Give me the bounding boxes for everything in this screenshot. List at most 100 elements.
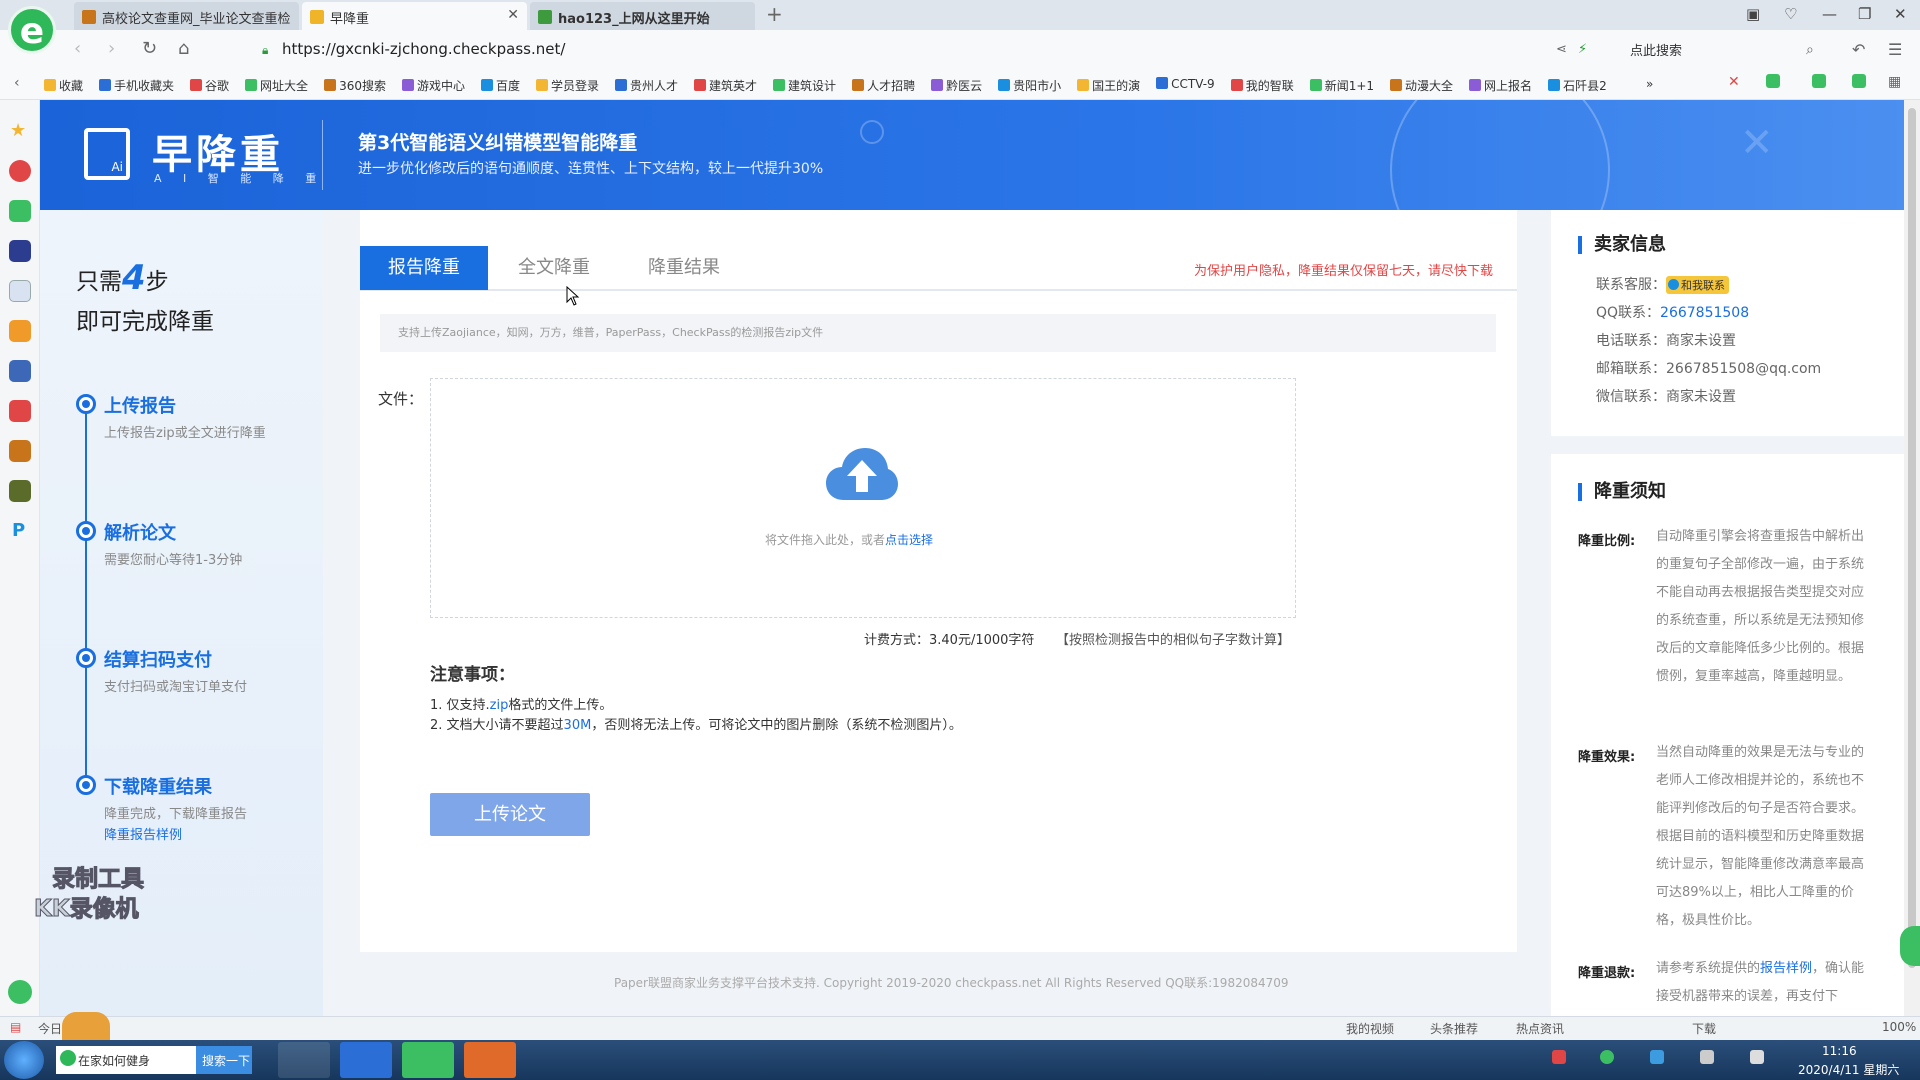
tab-zaojiangzhong[interactable]: 早降重 ✕	[302, 2, 527, 30]
step-desc: 需要您耐心等待1-3分钟	[104, 553, 243, 568]
clock-time[interactable]: 11:16	[1822, 1044, 1857, 1058]
app-icon[interactable]	[9, 320, 31, 342]
drop-hint-text: 将文件拖入此处，或者	[765, 533, 886, 547]
doc-icon[interactable]	[9, 280, 31, 302]
collapse-icon[interactable]: ‹	[14, 75, 20, 91]
extension-icon[interactable]	[1766, 74, 1780, 88]
game-icon[interactable]	[9, 480, 31, 502]
bookmark-item[interactable]: 百度	[480, 77, 520, 94]
sample-report-link[interactable]: 降重报告样例	[104, 824, 182, 843]
bookmark-item[interactable]: 国王的演	[1077, 77, 1140, 94]
downloads-link[interactable]: 下载	[1692, 1020, 1716, 1037]
tool-icon[interactable]: ✕	[1728, 74, 1740, 90]
bookmark-item[interactable]: 贵阳市小	[998, 77, 1061, 94]
undo-icon[interactable]: ↶	[1852, 40, 1865, 59]
floating-speed-icon[interactable]	[1900, 926, 1920, 966]
tray-icon[interactable]	[1600, 1050, 1614, 1064]
weibo-icon[interactable]	[9, 160, 31, 182]
tray-icon[interactable]	[1650, 1050, 1664, 1064]
taskbar-app-recorder[interactable]	[464, 1042, 516, 1078]
mail-icon[interactable]	[9, 200, 31, 222]
notes-title: 注意事项：	[430, 665, 515, 685]
bookmark-item[interactable]: 建筑设计	[773, 77, 836, 94]
bookmark-item[interactable]: 黔医云	[931, 77, 982, 94]
news-icon[interactable]: ▤	[10, 1020, 21, 1034]
video-icon[interactable]	[9, 400, 31, 422]
game-icon[interactable]	[9, 360, 31, 382]
zoom-level[interactable]: 100%	[1882, 1020, 1916, 1034]
bookmark-item[interactable]: 建筑英才	[694, 77, 757, 94]
search-input[interactable]: 点此搜索	[1630, 40, 1682, 59]
bookmark-item[interactable]: 动漫大全	[1390, 77, 1453, 94]
new-tab-button[interactable]: +	[766, 2, 783, 26]
pay-icon[interactable]: P	[12, 520, 25, 541]
bookmark-item[interactable]: 游戏中心	[401, 77, 465, 94]
bookmark-more[interactable]: »	[1646, 77, 1653, 91]
bookmark-item[interactable]: 网上报名	[1469, 77, 1532, 94]
bookmark-item[interactable]: 贵州人才	[615, 77, 678, 94]
favorites-icon[interactable]: ★	[10, 120, 26, 141]
taskbar-app-browser[interactable]	[402, 1042, 454, 1078]
tab-hao123[interactable]: hao123_上网从这里开始	[530, 2, 755, 30]
choose-file-link[interactable]: 点击选择	[885, 533, 933, 547]
back-icon[interactable]: ‹	[74, 38, 81, 59]
report-sample-link[interactable]: 报告样例	[1760, 961, 1812, 976]
seller-qq-value[interactable]: 2667851508	[1660, 305, 1749, 321]
start-button-icon[interactable]	[4, 1041, 44, 1079]
contact-badge[interactable]: 和我联系	[1666, 276, 1729, 294]
sidebar-toggle-icon[interactable]: ▣	[1746, 5, 1760, 23]
bookmark-item[interactable]: 谷歌	[190, 77, 229, 94]
search-icon[interactable]: ⌕	[1806, 42, 1814, 58]
bookmark-item[interactable]: 收藏	[44, 77, 83, 94]
shield-icon[interactable]	[1812, 74, 1826, 88]
scrollbar-thumb[interactable]	[1908, 108, 1916, 968]
share-icon[interactable]: ⋖	[1556, 42, 1567, 57]
taskbar-search-input[interactable]: 在家如何健身	[56, 1046, 196, 1074]
tab-report-reduce[interactable]: 报告降重	[360, 246, 488, 290]
file-label: 文件：	[378, 390, 424, 408]
tab-full-text-reduce[interactable]: 全文降重	[490, 246, 618, 290]
close-window-icon[interactable]: ✕	[1894, 5, 1907, 23]
bookmark-item[interactable]: 360搜索	[324, 77, 386, 94]
taskbar-search-button[interactable]: 搜索一下	[196, 1046, 252, 1074]
reload-icon[interactable]: ↻	[142, 38, 157, 59]
top-news-link[interactable]: 头条推荐	[1430, 1020, 1478, 1037]
bookmark-item[interactable]: 学员登录	[536, 77, 599, 94]
clock-date[interactable]: 2020/4/11 星期六	[1798, 1061, 1899, 1078]
bookmark-icon	[1390, 79, 1403, 91]
home-icon[interactable]: ⌂	[178, 38, 189, 59]
volume-icon[interactable]	[1750, 1050, 1764, 1064]
my-videos-link[interactable]: 我的视频	[1346, 1020, 1394, 1037]
add-icon[interactable]	[8, 980, 32, 1004]
app-icon[interactable]	[9, 240, 31, 262]
bookmark-item[interactable]: 我的智联	[1230, 77, 1294, 94]
menu-icon[interactable]: ☰	[1888, 40, 1902, 59]
bookmark-item[interactable]: 石阡县2	[1548, 77, 1607, 94]
tab-checkpass[interactable]: 高校论文查重网_毕业论文查重检	[74, 2, 299, 30]
step-desc: 支付扫码或淘宝订单支付	[104, 680, 248, 695]
taskbar-app-word[interactable]	[340, 1042, 392, 1078]
forward-icon[interactable]: ›	[108, 38, 115, 59]
bookmark-item[interactable]: CCTV-9	[1156, 77, 1215, 94]
network-icon[interactable]	[1700, 1050, 1714, 1064]
close-tab-icon[interactable]: ✕	[507, 7, 519, 23]
upload-paper-button[interactable]: 上传论文	[430, 793, 590, 836]
bookmark-item[interactable]: 手机收藏夹	[99, 77, 174, 94]
tab-reduce-result[interactable]: 降重结果	[620, 246, 748, 290]
url-text[interactable]: https://gxcnki-zjchong.checkpass.net/	[282, 40, 565, 58]
ime-icon[interactable]	[1552, 1050, 1566, 1064]
bookmark-item[interactable]: 网址大全	[245, 77, 308, 94]
hot-news-link[interactable]: 热点资讯	[1516, 1020, 1564, 1037]
upload-cloud-icon[interactable]	[826, 446, 898, 504]
grid-icon[interactable]: ▦	[1888, 74, 1901, 90]
minimize-icon[interactable]: —	[1822, 5, 1837, 23]
skin-icon[interactable]: ♡	[1784, 5, 1797, 23]
bookmark-item[interactable]: 新闻1+1	[1309, 77, 1374, 94]
speed-icon[interactable]: ⚡	[1578, 42, 1587, 57]
browser-logo-icon[interactable]: e	[8, 6, 56, 54]
game-icon[interactable]	[9, 440, 31, 462]
extension-icon[interactable]	[1852, 74, 1866, 88]
taskbar-app-nox[interactable]	[278, 1042, 330, 1078]
bookmark-item[interactable]: 人才招聘	[852, 77, 915, 94]
maximize-icon[interactable]: ❐	[1858, 5, 1871, 23]
